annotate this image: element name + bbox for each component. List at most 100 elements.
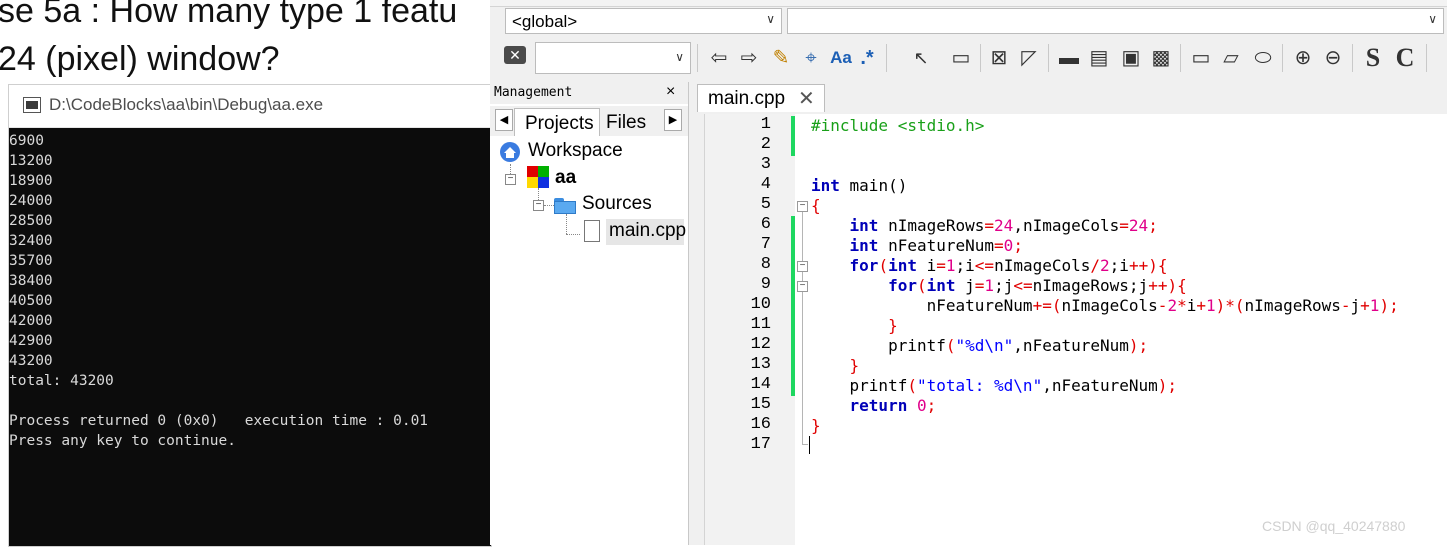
cursor-icon[interactable]: ↖: [908, 46, 934, 70]
ide-window: <global> ∨ ∨ ✕ ∨ ⇦ ⇨ ✎ ⌖ Aa .* ↖ ▭ ⊠ ◸ ▬…: [490, 0, 1447, 545]
block-icon-2[interactable]: ▤: [1086, 46, 1112, 70]
console-line: 6900: [9, 133, 44, 149]
line-number: 2: [760, 135, 771, 154]
tree-item-sources[interactable]: Sources: [582, 193, 652, 215]
fold-toggle-icon[interactable]: −: [797, 201, 808, 212]
tab-projects[interactable]: Projects: [514, 108, 600, 136]
clear-search-button[interactable]: ✕: [504, 46, 526, 64]
editor-tab-label: main.cpp: [708, 88, 786, 109]
change-marker: [791, 116, 795, 156]
arrow-right-icon[interactable]: ⇨: [736, 46, 762, 70]
code-area[interactable]: #include <stdio.h> int main() { int nIma…: [811, 114, 1447, 545]
line-number: 3: [760, 155, 771, 174]
match-case-button[interactable]: Aa: [828, 46, 854, 70]
slide-text-line-2: 24 (pixel) window?: [0, 40, 280, 78]
code-line-1: #include <stdio.h>: [811, 116, 985, 135]
outline-icon-3[interactable]: ⬭: [1250, 46, 1276, 70]
management-title: Management: [494, 85, 573, 100]
chevron-down-icon: ∨: [766, 12, 775, 26]
project-icon: [527, 166, 549, 188]
line-number: 15: [750, 395, 771, 414]
console-line: 42900: [9, 333, 53, 349]
text-caret: [809, 436, 810, 454]
console-title: D:\CodeBlocks\aa\bin\Debug\aa.exe: [49, 95, 324, 114]
console-app-icon: [23, 97, 41, 113]
console-line: 24000: [9, 193, 53, 209]
line-number: 16: [750, 415, 771, 434]
console-line: 18900: [9, 173, 53, 189]
block-icon-3[interactable]: ▣: [1118, 46, 1144, 70]
scope-value: <global>: [512, 12, 578, 31]
project-tree: Workspace − aa − Sources main.cpp: [490, 138, 688, 545]
shape-cross-icon[interactable]: ⊠: [986, 46, 1012, 70]
toolbar-separator: [886, 44, 887, 72]
close-icon[interactable]: ×: [666, 83, 675, 101]
arrow-left-icon[interactable]: ⇦: [706, 46, 732, 70]
toolbar-separator: [1352, 44, 1353, 72]
collapse-icon[interactable]: −: [505, 174, 516, 185]
line-number: 8: [760, 255, 771, 274]
block-icon-1[interactable]: ▬: [1056, 46, 1082, 70]
menu-strip: [490, 0, 1447, 7]
search-combo[interactable]: ∨: [535, 42, 691, 74]
collapse-icon[interactable]: −: [533, 200, 544, 211]
zoom-in-icon[interactable]: ⊕: [1290, 46, 1316, 70]
code-line-7: int nFeatureNum=0;: [849, 236, 1023, 255]
symbol-dropdown[interactable]: ∨: [787, 8, 1444, 34]
shape-diagonal-icon[interactable]: ◸: [1016, 46, 1042, 70]
selection-icon[interactable]: ⌖: [798, 46, 824, 70]
editor-tab-main-cpp[interactable]: main.cpp ✕: [697, 84, 825, 112]
console-line: Press any key to continue.: [9, 433, 236, 449]
block-icon-4[interactable]: ▩: [1148, 46, 1174, 70]
line-number: 11: [750, 315, 771, 334]
outline-icon-2[interactable]: ▱: [1218, 46, 1244, 70]
rectangle-icon[interactable]: ▭: [948, 46, 974, 70]
line-number: 9: [760, 275, 771, 294]
line-number: 5: [760, 195, 771, 214]
console-titlebar[interactable]: D:\CodeBlocks\aa\bin\Debug\aa.exe: [9, 85, 491, 128]
console-line: 43200: [9, 353, 53, 369]
regex-button[interactable]: .*: [854, 46, 880, 70]
scope-dropdown[interactable]: <global> ∨: [505, 8, 782, 34]
tree-item-workspace[interactable]: Workspace: [528, 140, 623, 162]
console-line: 38400: [9, 273, 53, 289]
fold-toggle-icon[interactable]: −: [797, 261, 808, 272]
management-header: Management ×: [490, 82, 688, 104]
code-line-10: nFeatureNum+=(nImageCols-2*i+1)*(nImageR…: [926, 296, 1399, 315]
line-number: 7: [760, 235, 771, 254]
fold-toggle-icon[interactable]: −: [797, 281, 808, 292]
tree-item-project[interactable]: aa: [555, 167, 576, 189]
console-line: Process returned 0 (0x0) execution time …: [9, 413, 429, 429]
tab-files[interactable]: Files: [606, 112, 646, 134]
tab-scroll-right-icon[interactable]: ▶: [664, 109, 682, 131]
line-number: 14: [750, 375, 771, 394]
line-number: 12: [750, 335, 771, 354]
zoom-out-icon[interactable]: ⊖: [1320, 46, 1346, 70]
code-line-4: int main(): [811, 176, 908, 195]
line-number: 10: [750, 295, 771, 314]
c-button[interactable]: C: [1392, 45, 1418, 71]
console-line: 32400: [9, 233, 53, 249]
toolbar-separator: [1426, 44, 1427, 72]
console-output: 6900 13200 18900 24000 28500 32400 35700 38400 4…: [9, 129, 491, 546]
code-editor[interactable]: 1 2 3 4 5 6 7 8 9 10 11 12 13 14 15 16 17 − − − #include…: [704, 114, 1447, 545]
tab-scroll-left-icon[interactable]: ◀: [495, 109, 513, 131]
tree-item-main-cpp[interactable]: main.cpp: [609, 220, 686, 242]
toolbar-separator: [1048, 44, 1049, 72]
line-number: 13: [750, 355, 771, 374]
console-window[interactable]: D:\CodeBlocks\aa\bin\Debug\aa.exe 6900 13…: [8, 84, 492, 547]
file-icon: [584, 220, 600, 242]
line-number: 4: [760, 175, 771, 194]
highlight-icon[interactable]: ✎: [768, 46, 794, 70]
toolbar-separator: [1282, 44, 1283, 72]
outline-icon-1[interactable]: ▭: [1188, 46, 1214, 70]
close-icon[interactable]: ✕: [798, 86, 815, 111]
chevron-down-icon: ∨: [1428, 12, 1437, 26]
console-line: total: 43200: [9, 373, 114, 389]
toolbar-separator: [697, 44, 698, 72]
watermark: CSDN @qq_40247880: [1262, 518, 1406, 534]
code-line-16: }: [811, 416, 821, 435]
s-button[interactable]: S: [1360, 45, 1386, 71]
code-line-11: }: [888, 316, 898, 335]
